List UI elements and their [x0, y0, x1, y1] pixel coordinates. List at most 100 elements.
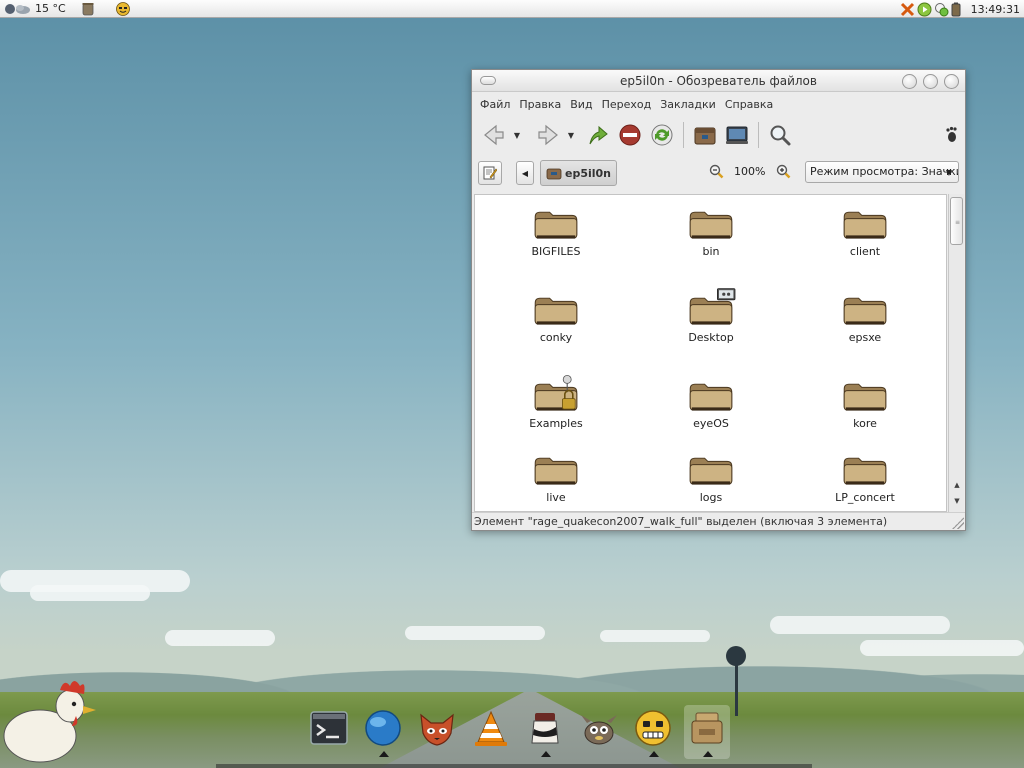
folder-item[interactable]: conky — [496, 287, 616, 344]
folder-icon — [686, 373, 736, 413]
folder-icon — [531, 447, 581, 487]
folder-label: live — [546, 491, 566, 504]
computer-button[interactable] — [721, 119, 753, 151]
running-indicator — [703, 751, 713, 757]
menu-file[interactable]: Файл — [480, 98, 510, 111]
trash-icon — [82, 2, 94, 15]
gimp-icon — [581, 715, 617, 745]
folder-icon — [840, 201, 890, 241]
forward-history-dropdown[interactable]: ▼ — [564, 119, 578, 151]
up-icon — [589, 125, 608, 145]
scroll-down-arrow[interactable]: ▼ — [951, 494, 963, 508]
menu-edit[interactable]: Правка — [519, 98, 561, 111]
file-manager-window: ep5il0n - Обозреватель файлов Файл Правк… — [471, 69, 966, 531]
system-tray: 13:49:31 — [900, 0, 1020, 18]
minimize-button[interactable] — [902, 74, 917, 89]
dock-browser[interactable] — [360, 705, 406, 759]
weather-applet[interactable]: 15 °C — [4, 2, 66, 16]
running-indicator — [541, 751, 551, 757]
zoom-in-icon[interactable] — [775, 163, 791, 179]
breadcrumb-home[interactable]: ep5il0n — [540, 160, 618, 186]
maximize-button[interactable] — [923, 74, 938, 89]
reload-button[interactable] — [646, 119, 678, 151]
folder-item[interactable]: Desktop — [651, 287, 771, 344]
inkscape-icon — [531, 713, 559, 744]
dock-pidgin[interactable] — [630, 705, 676, 759]
battery-icon[interactable] — [951, 2, 961, 17]
forward-icon — [538, 124, 558, 146]
folder-icon — [840, 373, 890, 413]
folder-item[interactable]: bin — [651, 201, 771, 258]
pidgin-applet[interactable] — [115, 1, 130, 16]
folder-icon — [686, 201, 736, 241]
view-mode-select[interactable]: Режим просмотра: Значки ▼ — [805, 161, 959, 183]
trash-applet[interactable] — [82, 2, 94, 16]
folder-item[interactable]: BIGFILES — [496, 201, 616, 258]
path-scroll-left-button[interactable]: ◀ — [516, 161, 534, 185]
folder-item[interactable]: Examples — [496, 373, 616, 430]
dock-vlc[interactable] — [468, 705, 514, 759]
folder-icon — [686, 447, 736, 487]
location-bar: ◀ ep5il0n 100% Режим просмотра: Значки ▼ — [472, 154, 965, 192]
search-button[interactable] — [764, 119, 796, 151]
toggle-location-entry-button[interactable] — [478, 161, 502, 185]
icon-view[interactable]: BIGFILES bin client conky Desktop epsxe Exampl… — [474, 194, 947, 512]
folder-item[interactable]: kore — [805, 373, 925, 430]
play-icon[interactable] — [917, 2, 932, 17]
folder-label: client — [849, 245, 881, 258]
folder-item[interactable]: logs — [651, 447, 771, 504]
top-panel: 15 °C 13:49:31 — [0, 0, 1024, 18]
stop-icon — [619, 124, 641, 146]
close-button[interactable] — [944, 74, 959, 89]
network-icon[interactable] — [934, 2, 949, 17]
menu-bookmarks[interactable]: Закладки — [660, 98, 716, 111]
folder-icon — [840, 287, 890, 327]
stop-button[interactable] — [614, 119, 646, 151]
dock-home-folder[interactable] — [684, 705, 730, 759]
status-text: Элемент "rage_quakecon2007_walk_full" вы… — [474, 515, 888, 528]
resize-grip[interactable] — [952, 517, 964, 529]
forward-button[interactable] — [532, 119, 564, 151]
folder-label: BIGFILES — [531, 245, 581, 258]
terminal-icon — [310, 711, 348, 745]
zoom-level[interactable]: 100% — [734, 165, 765, 178]
folder-icon — [531, 201, 581, 241]
folder-icon — [840, 447, 890, 487]
up-button[interactable] — [582, 119, 614, 151]
close-x-icon[interactable] — [900, 2, 915, 17]
folder-icon — [686, 287, 736, 327]
zoom-out-icon[interactable] — [708, 163, 724, 179]
menu-view[interactable]: Вид — [570, 98, 592, 111]
chicken-illustration — [3, 681, 96, 763]
running-indicator — [379, 751, 389, 757]
view-mode-label: Режим просмотра: Значки — [810, 165, 959, 178]
window-title: ep5il0n - Обозреватель файлов — [620, 74, 817, 88]
scroll-up-arrow[interactable]: ▲ — [951, 478, 963, 492]
menu-help[interactable]: Справка — [725, 98, 773, 111]
folder-label: Desktop — [688, 331, 734, 344]
clock[interactable]: 13:49:31 — [971, 3, 1020, 16]
folder-item[interactable]: client — [805, 201, 925, 258]
folder-item[interactable]: epsxe — [805, 287, 925, 344]
folder-label: LP_concert — [835, 491, 895, 504]
dock-gimp[interactable] — [576, 705, 622, 759]
folder-item[interactable]: eyeOS — [651, 373, 771, 430]
folder-label: conky — [539, 331, 573, 344]
vlc-icon — [475, 710, 507, 746]
dock-inkscape[interactable] — [522, 705, 568, 759]
vertical-scrollbar[interactable]: ≡ ▲ ▼ — [948, 194, 964, 512]
scrollbar-thumb[interactable]: ≡ — [950, 197, 963, 245]
temperature-label: 15 °C — [35, 2, 66, 15]
dock-firefox[interactable] — [414, 705, 460, 759]
search-icon — [770, 125, 791, 146]
home-button[interactable] — [689, 119, 721, 151]
menu-go[interactable]: Переход — [602, 98, 652, 111]
back-history-dropdown[interactable]: ▼ — [510, 119, 524, 151]
folder-item[interactable]: LP_concert — [805, 447, 925, 504]
browser-globe-icon — [365, 710, 401, 746]
window-titlebar[interactable]: ep5il0n - Обозреватель файлов — [472, 70, 965, 92]
folder-label: logs — [699, 491, 723, 504]
folder-item[interactable]: live — [496, 447, 616, 504]
dock-terminal[interactable] — [306, 705, 352, 759]
back-button[interactable] — [478, 119, 510, 151]
